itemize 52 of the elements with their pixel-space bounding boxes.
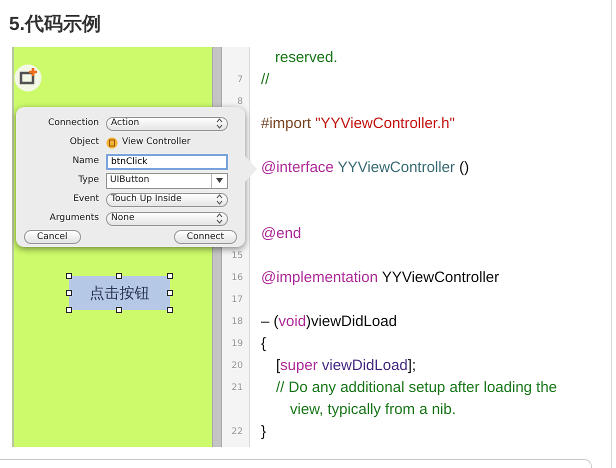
code-line: // xyxy=(261,70,270,90)
code-line: #import "YYViewController.h" xyxy=(261,114,455,134)
object-icon xyxy=(106,136,118,148)
resize-handle[interactable] xyxy=(116,307,122,313)
section-heading: 5.代码示例 xyxy=(8,13,102,37)
field-label: Event xyxy=(72,192,100,206)
code-line: view, typically from a nib. xyxy=(290,400,456,420)
stepper-icon xyxy=(216,213,223,224)
line-number: 17 xyxy=(232,295,243,305)
resize-handle[interactable] xyxy=(66,290,72,296)
popup-menu[interactable]: None xyxy=(106,212,228,226)
cancel-button[interactable]: Cancel xyxy=(24,230,80,244)
code-line: @end xyxy=(261,224,302,244)
code-line: // Do any additional setup after loading the xyxy=(276,378,558,398)
resize-handle[interactable] xyxy=(116,273,122,279)
code-line: @implementation YYViewController xyxy=(261,268,500,288)
code-line: [super viewDidLoad]; xyxy=(276,356,416,376)
field-label: Connection xyxy=(47,116,100,130)
resize-handle[interactable] xyxy=(167,307,173,313)
code-line: – (void)viewDidLoad xyxy=(261,312,397,332)
line-number: 7 xyxy=(237,75,243,85)
code-line: reserved. xyxy=(275,48,338,68)
line-number: 21 xyxy=(232,383,243,393)
line-number: 8 xyxy=(237,97,243,107)
line-number: 15 xyxy=(232,251,243,261)
popup-menu[interactable]: Touch Up Inside xyxy=(106,192,228,206)
line-number: 20 xyxy=(232,361,243,371)
stepper-icon xyxy=(216,194,223,205)
line-number: 19 xyxy=(232,339,243,349)
canvas-button[interactable]: 点击按钮 xyxy=(69,276,170,310)
add-object-icon[interactable] xyxy=(14,64,42,92)
code-line: } xyxy=(261,422,266,442)
code-line: @interface YYViewController () xyxy=(261,158,470,178)
resize-handle[interactable] xyxy=(66,307,72,313)
combo-box[interactable]: UIButton xyxy=(106,172,228,188)
line-number: 22 xyxy=(232,427,243,437)
field-label: Object xyxy=(68,136,100,149)
field-label: Type xyxy=(77,174,100,187)
name-field[interactable]: btnClick xyxy=(106,154,228,170)
object-name: View Controller xyxy=(122,136,190,149)
connect-button[interactable]: Connect xyxy=(174,230,237,244)
resize-handle[interactable] xyxy=(167,273,173,279)
resize-handle[interactable] xyxy=(66,273,72,279)
field-label: Name xyxy=(71,154,100,168)
line-number: 18 xyxy=(232,317,243,327)
code-line: { xyxy=(261,334,266,354)
resize-handle[interactable] xyxy=(167,290,173,296)
line-number: 16 xyxy=(232,273,243,283)
field-label: Arguments xyxy=(48,212,100,225)
stepper-icon xyxy=(216,118,223,129)
popup-menu[interactable]: Action xyxy=(106,116,228,130)
dropdown-arrow-icon xyxy=(216,178,223,183)
